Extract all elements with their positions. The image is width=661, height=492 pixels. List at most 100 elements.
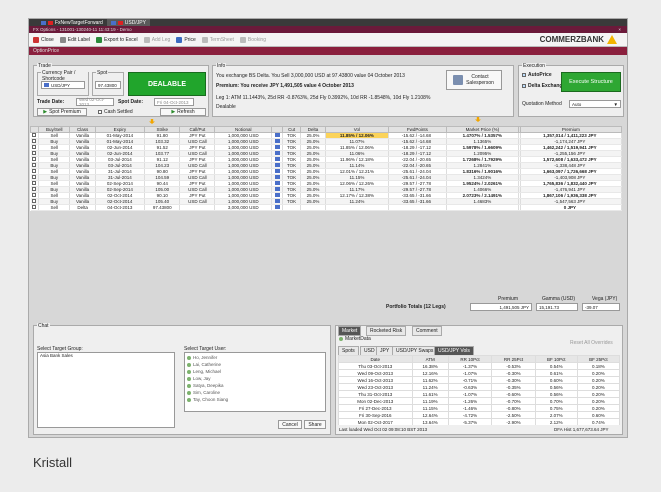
user-item[interactable]: Satya, Deepika — [187, 382, 325, 389]
column-header: RR 25Pct — [491, 355, 536, 363]
quotation-method-label: Quotation Method — [522, 101, 562, 107]
cell: -0.70% — [491, 397, 536, 405]
flag-icon — [117, 20, 123, 25]
pair-value: USD/JPY — [51, 82, 71, 88]
cell: -0.35% — [491, 383, 536, 391]
booking-icon — [239, 36, 246, 43]
group-list[interactable]: Asia Bank Sales — [37, 352, 175, 428]
checkbox-icon — [32, 139, 37, 143]
export-excel-button[interactable]: Export to Excel — [96, 36, 138, 43]
table-row[interactable]: Mon 02-Oct-2017 13.64% -5.37% -2.90% 2.12% 0.… — [338, 418, 620, 425]
tab-usdjpy[interactable]: USD/JPY — [106, 19, 150, 26]
execute-structure-button[interactable]: Execute Structure — [561, 72, 621, 92]
table-row[interactable]: Wed 16-Oct-2013 11.62% -0.71% -0.30% 0.60% 0.… — [338, 376, 620, 384]
tab-rocketed-risk[interactable]: Rocketed Risk — [366, 326, 407, 336]
cell: 2.12% — [534, 418, 578, 425]
currency-pair-input[interactable]: USD/JPY — [41, 81, 85, 89]
tab-market[interactable]: Market — [338, 326, 362, 336]
cell: 13.64% — [411, 418, 449, 425]
user-name: Ho, Jennifer — [193, 355, 218, 360]
cell — [388, 204, 447, 211]
app-window: FxNewTargetForward USD/JPY FX Options - … — [28, 18, 628, 438]
spot-premium-button[interactable]: ▶ Spot Premium — [37, 108, 87, 116]
termsheet-button[interactable]: TermSheet — [201, 36, 234, 43]
chevron-down-icon: ▼ — [613, 101, 618, 107]
dfa-hist-text: DFA Hist 1,677,673.64 JPY — [554, 427, 609, 432]
cell: Mon 02-Dec-2013 — [338, 397, 413, 405]
user-item[interactable]: Low, Jay — [187, 375, 325, 382]
booking-button[interactable]: Booking — [239, 36, 266, 43]
quotation-method-select[interactable]: Auto ▼ — [569, 100, 621, 108]
edit-label-button[interactable]: Edit Label — [59, 36, 90, 43]
last-loaded-text: Last loaded Wed Oct 02 09:08:10 BST 2013 — [339, 427, 428, 432]
checkbox-icon — [32, 181, 37, 185]
cancel-button[interactable]: Cancel — [278, 420, 302, 429]
cell: -1.37% — [447, 362, 493, 370]
group-item[interactable]: Asia Bank Sales — [40, 353, 73, 358]
info-legend: Info — [216, 63, 227, 69]
cell: 11.15% — [411, 404, 449, 412]
cell: 0.20% — [576, 397, 620, 405]
row-checkbox-cell[interactable] — [30, 204, 40, 211]
user-item[interactable]: Lai, Catherine — [187, 361, 325, 368]
spot-date-input[interactable]: Fri 04-Oct-2013 — [154, 98, 194, 106]
table-row[interactable]: Wed 23-Oct-2013 11.24% -0.63% -0.35% 0.56% 0.… — [338, 383, 620, 391]
table-row[interactable]: Fri 30-Sep-2016 12.64% -4.72% -2.50% 2.07% 0.… — [338, 411, 620, 419]
autoprice-checkbox[interactable]: AutoPrice — [522, 72, 552, 78]
user-status-icon — [187, 369, 191, 374]
marketdata-node[interactable]: MarketData — [339, 336, 371, 342]
user-item[interactable]: Leng, Michael — [187, 368, 325, 375]
table-row[interactable]: Wed 09-Oct-2013 12.16% -1.07% -0.30% 0.61% 0.… — [338, 369, 620, 377]
share-button[interactable]: Share — [304, 420, 326, 429]
people-icon — [453, 75, 463, 85]
cell: Thu 03-Oct-2013 — [338, 362, 413, 370]
cell: Mon 02-Oct-2017 — [338, 418, 413, 425]
flag-icon — [274, 187, 280, 191]
user-item[interactable]: Ho, Jennifer — [187, 354, 325, 361]
window-close-icon[interactable]: × — [618, 27, 621, 32]
trade-date-input[interactable]: Wed 02-Oct-2013 — [76, 97, 114, 107]
add-icon — [143, 36, 150, 43]
cell: 0.20% — [576, 383, 620, 391]
reset-overrides-button[interactable]: Reset All Overrides — [570, 340, 613, 346]
flag-icon — [274, 139, 280, 143]
excel-label: Export to Excel — [104, 36, 138, 43]
tab-comment[interactable]: Comment — [412, 326, 442, 336]
cell: 3,000,000 USD — [214, 204, 273, 211]
table-row[interactable]: Mon 02-Dec-2013 11.19% -1.26% -0.70% 0.70% 0.… — [338, 397, 620, 405]
info-panel: Info You exchange BS Delta. You Sell 3,0… — [212, 63, 514, 117]
delta-exchange-checkbox[interactable]: Delta Exchange — [522, 83, 565, 89]
toolbar: Close Edit Label Export to Excel Add Leg… — [29, 33, 627, 47]
spot-input[interactable]: 97.43800 — [95, 81, 121, 89]
tab-fxnewtargetforward[interactable]: FxNewTargetForward — [37, 19, 107, 26]
flag-icon — [48, 20, 53, 25]
cell: 0.20% — [576, 404, 620, 412]
tab-label: USD/JPY — [124, 19, 146, 26]
refresh-button[interactable]: ▶ Refresh — [160, 108, 206, 116]
cell — [179, 204, 216, 211]
table-row[interactable]: Sell Delta 04-Oct-2013 97.43800 3,000,000 US… — [30, 204, 623, 211]
user-item[interactable]: Sim, Caroline — [187, 389, 325, 396]
user-status-icon — [187, 362, 191, 367]
user-name: Satya, Deepika — [193, 383, 224, 388]
addleg-label: Add Leg — [151, 36, 171, 43]
add-leg-button[interactable]: Add Leg — [143, 36, 171, 43]
user-list[interactable]: Ho, Jennifer Lai, Catherine Leng, Michael L… — [184, 352, 326, 412]
cell: 0.75% — [534, 404, 578, 412]
cell: 0.61% — [534, 369, 578, 377]
cell: 97.43800 — [144, 204, 181, 211]
table-row[interactable]: Fri 27-Dec-2013 11.15% -1.46% -0.80% 0.75% 0.… — [338, 404, 620, 412]
legs-body: Sell Vanilla 01-May-2014 91.80 JPY Put 1,000,… — [30, 132, 623, 211]
contact-salesperson-button[interactable]: Contact Salesperson — [446, 70, 502, 90]
user-item[interactable]: Tay, Choon Siang — [187, 396, 325, 403]
checkbox-icon — [32, 145, 37, 149]
flag-icon — [274, 133, 280, 137]
close-button[interactable]: Close — [33, 36, 54, 43]
table-row[interactable]: Thu 03-Oct-2013 16.38% -1.37% -0.53% 0.54% 0.… — [338, 362, 620, 370]
cell: -0.53% — [491, 362, 536, 370]
cell: 04-Oct-2013 — [95, 204, 146, 211]
table-row[interactable]: Thu 31-Oct-2013 11.61% -1.07% -0.60% 0.56% 0.… — [338, 390, 620, 398]
cell: -0.30% — [491, 376, 536, 384]
cash-settled-checkbox[interactable]: Cash Settled — [98, 109, 133, 115]
price-button[interactable]: Price — [176, 36, 196, 43]
